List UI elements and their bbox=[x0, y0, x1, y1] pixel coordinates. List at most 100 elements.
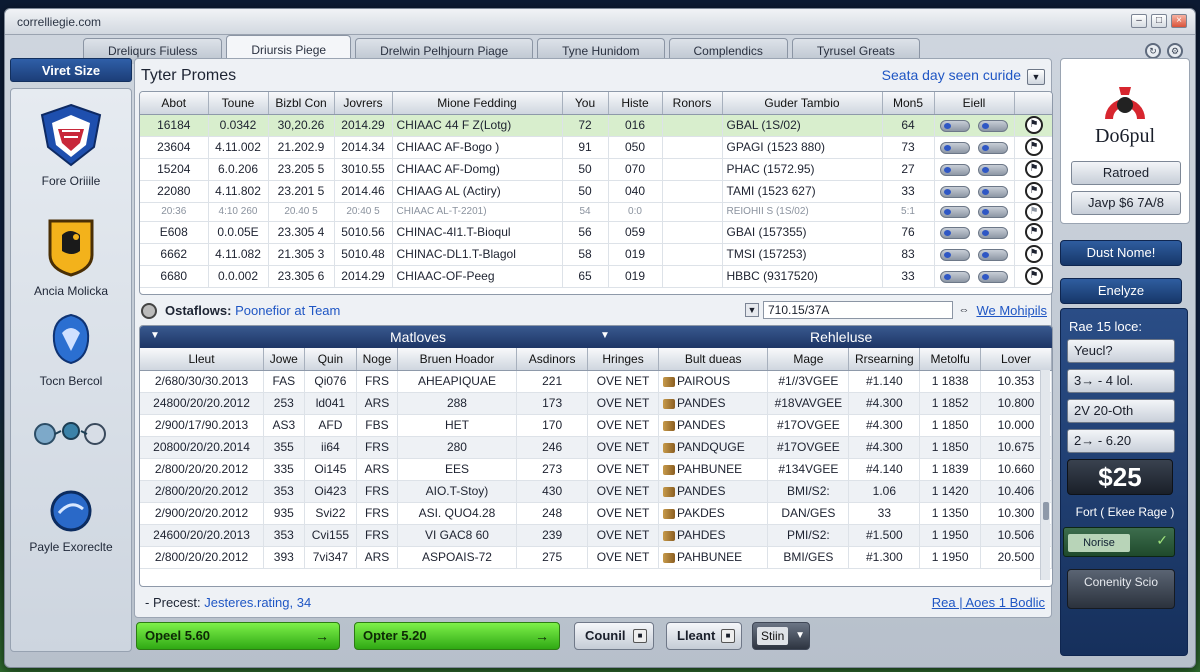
status-value[interactable]: Poonefior at Team bbox=[235, 303, 340, 318]
toggle-switch-icon[interactable] bbox=[978, 163, 1008, 176]
guide-link[interactable]: Seata day seen curide bbox=[882, 67, 1021, 83]
rated-button[interactable]: Ratroed bbox=[1071, 161, 1181, 185]
minimize-icon[interactable]: – bbox=[1131, 14, 1147, 28]
odds-row[interactable]: 2V 20-Oth bbox=[1067, 399, 1175, 423]
table-row[interactable]: 23604 4.11.002 21.202.9 2014.34 CHIAAC AF-Bo… bbox=[140, 136, 1052, 159]
column-header[interactable]: Mon5 bbox=[882, 92, 935, 115]
column-header[interactable]: Noge bbox=[356, 348, 398, 371]
column-header[interactable]: Hringes bbox=[587, 348, 659, 371]
stiin-dropdown[interactable]: Stiin ▼ bbox=[752, 622, 810, 650]
column-header[interactable]: Abot bbox=[140, 92, 209, 115]
close-icon[interactable]: × bbox=[1171, 14, 1187, 28]
team-item-2[interactable]: Ancia Molicka bbox=[11, 217, 131, 298]
council-button[interactable]: Counil ■ bbox=[574, 622, 654, 650]
table-row[interactable]: 2/900/17/90.2013 AS3 AFD FBS HET 170 OVE NET PA… bbox=[140, 414, 1052, 437]
toggle-switch-icon[interactable] bbox=[940, 141, 970, 154]
column-header[interactable]: Rrsearning bbox=[848, 348, 921, 371]
vertical-scrollbar[interactable] bbox=[1040, 370, 1050, 580]
odds-row[interactable]: 2→ - 6.20 bbox=[1067, 429, 1175, 453]
team-item-4[interactable] bbox=[11, 419, 131, 452]
toggle-switch-icon[interactable] bbox=[940, 163, 970, 176]
toggle-switch-icon[interactable] bbox=[978, 205, 1008, 218]
table-row[interactable]: 2/800/20/20.2012 353 Oi423 FRS AIO.T-Stoy) 43… bbox=[140, 480, 1052, 503]
odds-row[interactable]: 3→ - 4 lol. bbox=[1067, 369, 1175, 393]
toggle-switch-icon[interactable] bbox=[940, 185, 970, 198]
toggle-switch-icon[interactable] bbox=[940, 270, 970, 283]
column-header[interactable]: Mage bbox=[767, 348, 850, 371]
column-header[interactable]: Jovrers bbox=[334, 92, 393, 115]
chevron-down-icon[interactable]: ▼ bbox=[600, 330, 610, 341]
badge-icon[interactable]: ⚑ bbox=[1025, 138, 1043, 156]
table-row[interactable]: 24800/20/20.2012 253 ld041 ARS 288 173 OVE NET… bbox=[140, 392, 1052, 415]
maximize-icon[interactable]: □ bbox=[1151, 14, 1167, 28]
table-row[interactable]: 2/800/20/20.2012 393 7vi347 ARS ASPOAIS-72 27… bbox=[140, 546, 1052, 569]
open-button-2[interactable]: Opter 5.20 → bbox=[354, 622, 560, 650]
odds-row[interactable]: Yeucl? bbox=[1067, 339, 1175, 363]
table-row[interactable]: 2/800/20/20.2012 335 Oi145 ARS EES 273 OVE NET… bbox=[140, 458, 1052, 481]
toggle-switch-icon[interactable] bbox=[978, 119, 1008, 132]
column-header[interactable]: Histe bbox=[608, 92, 663, 115]
column-header[interactable]: Guder Tambio bbox=[722, 92, 883, 115]
badge-icon[interactable]: ⚑ bbox=[1025, 223, 1043, 241]
chevron-down-icon[interactable]: ▼ bbox=[1027, 69, 1045, 85]
leant-button[interactable]: Lleant ■ bbox=[666, 622, 742, 650]
toggle-switch-icon[interactable] bbox=[978, 226, 1008, 239]
toggle-switch-icon[interactable] bbox=[978, 270, 1008, 283]
toggle-switch-icon[interactable] bbox=[940, 119, 970, 132]
table-row[interactable]: 2/900/20/20.2012 935 Svi22 FRS ASI. QUO4.28 2… bbox=[140, 502, 1052, 525]
table-row[interactable]: 20800/20/20.2014 355 ii64 FRS 280 246 OVE NET P… bbox=[140, 436, 1052, 459]
toggle-switch-icon[interactable] bbox=[978, 185, 1008, 198]
column-header[interactable]: Eiell bbox=[934, 92, 1015, 115]
column-header[interactable]: Toune bbox=[208, 92, 269, 115]
table-row[interactable]: 22080 4.11.802 23.201 5 2014.46 CHIAAG AL (A… bbox=[140, 180, 1052, 203]
filter-icon[interactable]: ▼ bbox=[745, 303, 759, 317]
column-header[interactable]: Metolfu bbox=[919, 348, 982, 371]
badge-icon[interactable]: ⚑ bbox=[1025, 202, 1043, 220]
table-row[interactable]: 6662 4.11.082 21.305 3 5010.48 CHINAC-DL1.T-… bbox=[140, 243, 1052, 266]
more-link[interactable]: We Mohipils bbox=[976, 303, 1047, 318]
toggle-switch-icon[interactable] bbox=[978, 248, 1008, 261]
column-header[interactable]: Mione Fedding bbox=[392, 92, 563, 115]
arrows-icon[interactable]: ⇔ bbox=[957, 303, 971, 317]
badge-icon[interactable]: ⚑ bbox=[1025, 160, 1043, 178]
toggle-switch-icon[interactable] bbox=[940, 205, 970, 218]
column-header[interactable]: Bult dueas bbox=[658, 348, 769, 371]
team-item-5[interactable]: Payle Exoreclte bbox=[11, 489, 131, 554]
chevron-down-icon[interactable]: ▼ bbox=[150, 330, 160, 341]
refresh-icon[interactable]: ↻ bbox=[1145, 43, 1161, 59]
column-header[interactable]: Lleut bbox=[140, 348, 265, 371]
dust-nome-button[interactable]: Dust Nome! bbox=[1060, 240, 1182, 266]
jump-button[interactable]: Javp $6 7A/8 bbox=[1071, 191, 1181, 215]
column-header[interactable]: Asdinors bbox=[516, 348, 589, 371]
column-header[interactable]: Lover bbox=[980, 348, 1052, 371]
table-row[interactable]: 20:36 4:10 260 20.40 5 20:40 5 CHIAAC AL-T-2… bbox=[140, 202, 1052, 222]
column-header[interactable]: Bruen Hoador bbox=[397, 348, 518, 371]
table-row[interactable]: 15204 6.0.206 23.205 5 3010.55 CHIAAC AF-Dom… bbox=[140, 158, 1052, 181]
table-row[interactable]: 2/680/30/30.2013 FAS Qi076 FRS AHEAPIQUAE 221… bbox=[140, 370, 1052, 393]
connectivity-button[interactable]: Conenity Scio bbox=[1067, 569, 1175, 609]
toggle-switch-icon[interactable] bbox=[940, 226, 970, 239]
badge-icon[interactable]: ⚑ bbox=[1025, 245, 1043, 263]
column-header[interactable]: Jowe bbox=[263, 348, 305, 371]
footer-value[interactable]: Jesteres.rating, 34 bbox=[204, 595, 311, 610]
column-header[interactable]: You bbox=[562, 92, 609, 115]
table-row[interactable]: 6680 0.0.002 23.305 6 2014.29 CHIAAC-OF-Peeg… bbox=[140, 265, 1052, 288]
badge-icon[interactable]: ⚑ bbox=[1025, 182, 1043, 200]
table-row[interactable]: 24600/20/20.2013 353 Cvi155 FRS VI GAC8 60 23… bbox=[140, 524, 1052, 547]
team-item-1[interactable]: Fore Oriiile bbox=[11, 103, 131, 188]
toggle-switch-icon[interactable] bbox=[978, 141, 1008, 154]
column-header[interactable]: Ronors bbox=[662, 92, 723, 115]
footer-link[interactable]: Rea | Aoes 1 Bodlic bbox=[932, 595, 1045, 610]
column-header[interactable] bbox=[1014, 92, 1052, 115]
open-button-1[interactable]: Opeel 5.60 → bbox=[136, 622, 340, 650]
sidebar-header[interactable]: Viret Size bbox=[10, 58, 132, 82]
table-row[interactable]: E608 0.0.05E 23.305 4 5010.56 CHINAC-4I1.T-B… bbox=[140, 221, 1052, 244]
badge-icon[interactable]: ⚑ bbox=[1025, 267, 1043, 285]
table-row[interactable]: 16184 0.0342 30,20.26 2014.29 CHIAAC 44 F Z(… bbox=[140, 114, 1052, 137]
badge-icon[interactable]: ⚑ bbox=[1025, 116, 1043, 134]
settings-icon[interactable]: ⚙ bbox=[1167, 43, 1183, 59]
column-header[interactable]: Bizbl Con bbox=[268, 92, 335, 115]
team-item-3[interactable]: Tocn Bercol bbox=[11, 311, 131, 388]
column-header[interactable]: Quin bbox=[304, 348, 358, 371]
analyze-button[interactable]: Enelyze bbox=[1060, 278, 1182, 304]
